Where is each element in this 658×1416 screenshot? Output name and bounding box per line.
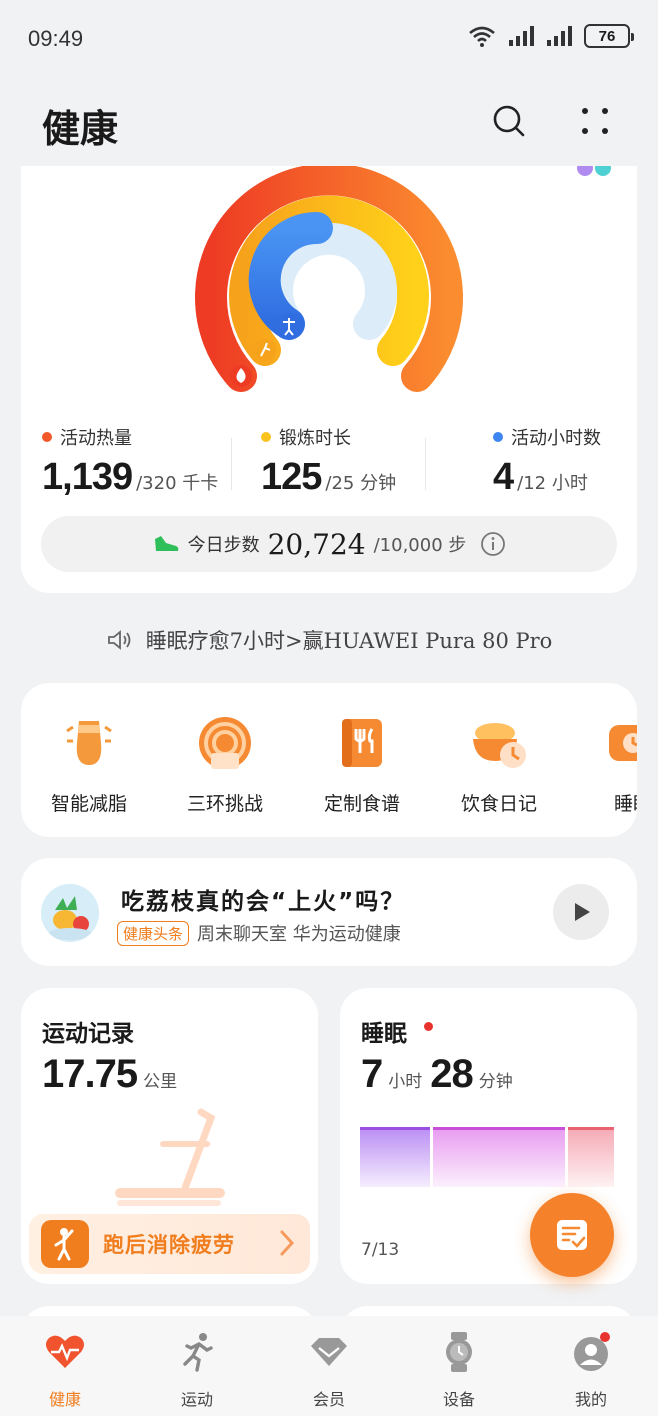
sleep-date: 7/13 <box>361 1240 400 1260</box>
grid-dots-icon <box>582 108 608 134</box>
promo-banner[interactable]: 睡眠疗愈7小时>赢HUAWEI Pura 80 Pro <box>0 620 658 660</box>
diamond-icon <box>311 1338 347 1366</box>
calories-value: 1,139 <box>42 456 133 498</box>
tab-exercise[interactable]: 运动 <box>142 1330 252 1410</box>
sleep-minutes-unit: 分钟 <box>478 1072 513 1092</box>
steps-value: 20,724 <box>267 527 366 561</box>
activity-rings <box>195 166 611 392</box>
status-bar: 09:49 76 <box>0 0 658 78</box>
tab-profile[interactable]: 我的 <box>536 1330 646 1410</box>
activity-rings-card[interactable]: 活动热量 1,139/320 千卡 锻炼时长 125/25 分钟 活动小时数 4… <box>21 166 637 593</box>
active-hours-value: 4 <box>493 456 514 498</box>
status-time: 09:49 <box>28 26 84 51</box>
health-headline-card[interactable]: 吃荔枝真的会“上火”吗？ 健康头条 周末聊天室 华为运动健康 <box>21 858 637 966</box>
shortcut-sleep[interactable]: 睡眠 <box>573 711 637 816</box>
sleep-hours: 7 <box>361 1052 383 1096</box>
headline-thumbnail <box>41 884 99 942</box>
exercise-distance-unit: 公里 <box>143 1072 178 1092</box>
shortcut-label: 智能减脂 <box>50 793 127 815</box>
tab-label: 运动 <box>180 1390 213 1409</box>
active-hours-goal: /12 小时 <box>517 473 588 494</box>
tab-label: 会员 <box>312 1390 345 1409</box>
tab-label: 设备 <box>442 1390 475 1409</box>
calories-goal: /320 千卡 <box>136 473 219 494</box>
headline-tag: 健康头条 <box>117 920 190 946</box>
shortcut-smart-fat-loss[interactable]: 智能减脂 <box>29 711 149 816</box>
battery-indicator: 76 <box>584 24 634 48</box>
exercise-record-card[interactable]: 运动记录 17.75 公里 跑后消除疲劳 <box>21 988 318 1284</box>
headline-title: 吃荔枝真的会“上火”吗？ <box>121 889 406 915</box>
active-hours-label: 活动小时数 <box>511 428 601 449</box>
recipe-book-icon <box>342 719 382 767</box>
tab-label: 健康 <box>48 1390 81 1409</box>
speaker-icon <box>107 630 131 650</box>
search-button[interactable] <box>484 96 534 146</box>
info-icon[interactable] <box>480 531 506 557</box>
app-header: 健康 <box>0 78 658 166</box>
exercise-metric: 锻炼时长 125/25 分钟 <box>261 424 396 499</box>
wifi-icon <box>469 26 495 47</box>
signal-icon <box>547 26 572 46</box>
shortcut-label: 定制食谱 <box>323 793 400 815</box>
exercise-distance: 17.75 <box>42 1052 138 1096</box>
running-icon <box>183 1333 213 1372</box>
exercise-label: 锻炼时长 <box>279 428 351 449</box>
sleep-hours-unit: 小时 <box>388 1072 423 1092</box>
divider <box>231 438 232 490</box>
shortcuts-card: 智能减脂 三环挑战 定制食谱 饮食日记 睡眠 <box>21 683 637 837</box>
tab-membership[interactable]: 会员 <box>274 1330 384 1410</box>
shortcut-label: 睡眠 <box>613 793 637 815</box>
ring-challenge-icon <box>199 717 251 769</box>
exercise-goal: /25 分钟 <box>325 473 397 494</box>
shortcut-diet-diary[interactable]: 饮食日记 <box>439 711 559 816</box>
shortcut-label: 饮食日记 <box>460 793 537 815</box>
treadmill-icon <box>115 1108 225 1206</box>
tab-devices[interactable]: 设备 <box>404 1330 514 1410</box>
recovery-promo[interactable]: 跑后消除疲劳 <box>29 1214 310 1274</box>
shortcut-ring-challenge[interactable]: 三环挑战 <box>165 711 285 816</box>
diet-diary-icon <box>473 723 526 768</box>
sleep-pillow-icon <box>609 725 637 761</box>
page-title: 健康 <box>42 106 119 151</box>
notification-dot <box>424 1022 433 1031</box>
more-button[interactable] <box>570 96 620 146</box>
sleep-minutes: 28 <box>430 1052 473 1096</box>
play-button[interactable] <box>553 884 609 940</box>
signal-icon <box>509 26 534 46</box>
calories-metric: 活动热量 1,139/320 千卡 <box>42 424 218 499</box>
stretch-icon <box>41 1220 89 1268</box>
headline-source: 周末聊天室 华为运动健康 <box>197 924 401 945</box>
profile-icon <box>574 1332 610 1371</box>
calories-label: 活动热量 <box>60 428 132 449</box>
shortcut-custom-recipe[interactable]: 定制食谱 <box>302 711 422 816</box>
shoe-icon <box>154 536 178 551</box>
edit-note-icon <box>557 1220 587 1250</box>
sleep-stage-chart <box>360 1127 614 1187</box>
heart-icon <box>46 1335 84 1368</box>
quick-record-fab[interactable] <box>530 1193 614 1277</box>
banner-text: 睡眠疗愈7小时>赢HUAWEI Pura 80 Pro <box>145 629 553 653</box>
steps-label: 今日步数 <box>187 535 260 556</box>
chevron-right-icon <box>280 1230 295 1256</box>
steps-goal: /10,000 步 <box>373 535 467 556</box>
exercise-value: 125 <box>261 456 322 498</box>
shortcut-label: 三环挑战 <box>186 793 263 815</box>
status-icons: 76 <box>466 24 634 48</box>
active-hours-metric: 活动小时数 4/12 小时 <box>493 424 601 499</box>
sleep-title: 睡眠 <box>361 1021 407 1047</box>
watch-icon <box>446 1332 472 1372</box>
recovery-promo-label: 跑后消除疲劳 <box>103 1233 235 1257</box>
exercise-record-title: 运动记录 <box>42 1021 134 1047</box>
body-shape-icon <box>66 721 112 765</box>
divider <box>425 438 426 490</box>
search-icon <box>493 105 525 137</box>
tab-health[interactable]: 健康 <box>10 1330 120 1410</box>
steps-bar[interactable]: 今日步数 20,724 /10,000 步 <box>41 516 617 572</box>
play-icon <box>575 903 590 921</box>
tab-label: 我的 <box>574 1390 607 1409</box>
bottom-tab-bar: 健康 运动 会员 设备 我的 <box>0 1316 658 1416</box>
